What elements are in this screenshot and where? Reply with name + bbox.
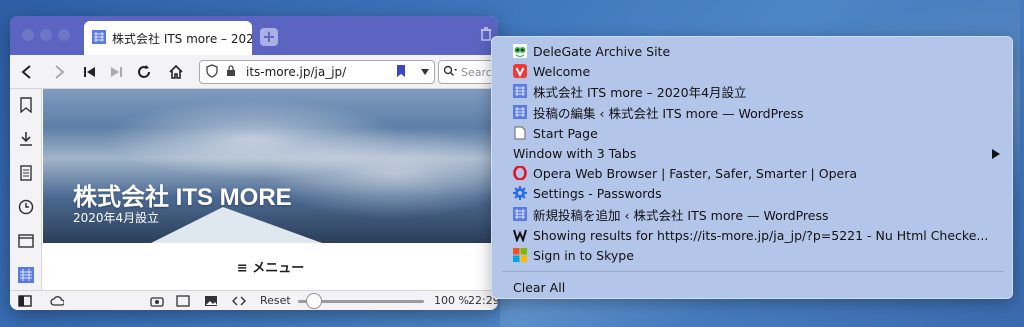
- menu-separator: [502, 271, 1004, 272]
- chevron-down-icon[interactable]: [420, 65, 430, 79]
- menu-item-settings-passwords[interactable]: Settings - Passwords: [513, 183, 993, 203]
- menu-item-its-more-home[interactable]: 株式会社 ITS more – 2020年4月設立: [513, 81, 993, 101]
- menu-item-label: 投稿の編集 ‹ 株式会社 ITS more — WordPress: [533, 105, 804, 121]
- search-field[interactable]: Search: [438, 60, 498, 84]
- opera-icon: [513, 166, 527, 180]
- downloads-panel-icon[interactable]: [16, 129, 36, 149]
- back-arrow-icon[interactable]: [16, 62, 36, 82]
- site-icon: [513, 105, 527, 119]
- window-close-button[interactable]: [22, 29, 34, 41]
- side-panel: [10, 89, 42, 290]
- tab-active[interactable]: 株式会社 ITS more – 2020年4月設立: [84, 21, 252, 55]
- hero-mountain: [143, 207, 333, 243]
- menu-item-delegate[interactable]: DeleGate Archive Site: [513, 41, 993, 61]
- submenu-arrow-icon: [992, 149, 1000, 159]
- page-actions-icon[interactable]: [232, 294, 246, 308]
- search-icon: [443, 65, 457, 80]
- menu-item-skype[interactable]: Sign in to Skype: [513, 245, 993, 265]
- lock-icon: [226, 64, 236, 80]
- menu-item-window-with-tabs[interactable]: Window with 3 Tabs: [513, 143, 993, 163]
- menu-item-label: Showing results for https://its-more.jp/…: [533, 227, 989, 243]
- menu-item-welcome[interactable]: Welcome: [513, 61, 993, 81]
- bookmark-icon[interactable]: [396, 64, 406, 81]
- fast-forward-icon[interactable]: [106, 62, 126, 82]
- forward-arrow-icon[interactable]: [50, 62, 70, 82]
- shield-icon[interactable]: [206, 63, 218, 81]
- menu-item-start-page[interactable]: Start Page: [513, 123, 993, 143]
- zoom-reset-button[interactable]: Reset: [260, 294, 291, 307]
- notes-panel-icon[interactable]: [16, 163, 36, 183]
- menu-item-label: Welcome: [533, 63, 591, 79]
- menu-item-edit-post[interactable]: 投稿の編集 ‹ 株式会社 ITS more — WordPress: [513, 102, 993, 122]
- gear-icon: [513, 186, 527, 200]
- zoom-slider-handle[interactable]: [306, 293, 322, 309]
- menu-item-label: DeleGate Archive Site: [533, 43, 671, 59]
- hero-subtitle: 2020年4月設立: [73, 211, 160, 225]
- hero-title: 株式会社 ITS MORE: [73, 184, 292, 211]
- menu-item-label: Clear All: [513, 279, 566, 295]
- menu-item-label: Window with 3 Tabs: [513, 145, 637, 161]
- site-menu-button[interactable]: ≡ メニュー: [43, 257, 498, 276]
- images-icon[interactable]: [204, 294, 218, 308]
- menu-item-label: 株式会社 ITS more – 2020年4月設立: [533, 84, 747, 100]
- sync-cloud-icon[interactable]: [50, 294, 64, 308]
- delegate-icon: [513, 44, 527, 58]
- zoom-level: 100 %: [434, 294, 469, 307]
- url-text: its-more.jp/ja_jp/: [246, 65, 347, 79]
- page-icon: [513, 126, 527, 140]
- menu-item-label: 新規投稿を追加 ‹ 株式会社 ITS more — WordPress: [533, 207, 829, 223]
- web-panel-site-icon[interactable]: [16, 265, 36, 285]
- page-content: 株式会社 ITS MORE 2020年4月設立 ≡ メニュー: [43, 89, 498, 290]
- menu-item-label: Opera Web Browser | Faster, Safer, Smart…: [533, 165, 857, 181]
- rewind-icon[interactable]: [80, 62, 100, 82]
- checker-icon: [513, 228, 527, 242]
- menu-item-opera[interactable]: Opera Web Browser | Faster, Safer, Smart…: [513, 163, 993, 183]
- address-bar: its-more.jp/ja_jp/ Search: [10, 55, 498, 89]
- tile-tabs-icon[interactable]: [176, 294, 190, 308]
- tab-title: 株式会社 ITS more – 2020年4月設立: [112, 31, 252, 46]
- hero-banner: 株式会社 ITS MORE 2020年4月設立: [43, 89, 498, 243]
- browser-window: 株式会社 ITS more – 2020年4月設立 +: [10, 16, 498, 310]
- site-icon: [513, 207, 527, 221]
- hero-cloud: [263, 129, 498, 219]
- menu-item-clear-all[interactable]: Clear All: [513, 277, 993, 297]
- vivaldi-icon: [513, 64, 527, 78]
- menu-item-html-checker[interactable]: Showing results for https://its-more.jp/…: [513, 225, 993, 245]
- new-tab-button[interactable]: +: [260, 28, 278, 46]
- window-zoom-button[interactable]: [58, 29, 70, 41]
- window-panel-icon[interactable]: [16, 231, 36, 251]
- menu-item-label: Settings - Passwords: [533, 185, 662, 201]
- capture-icon[interactable]: [150, 294, 164, 308]
- site-favicon-icon: [92, 29, 106, 47]
- panel-toggle-icon[interactable]: [18, 294, 32, 308]
- closed-tabs-menu: DeleGate Archive Site Welcome 株式会社 ITS m…: [491, 36, 1013, 299]
- reload-icon[interactable]: [134, 62, 154, 82]
- tab-bar: 株式会社 ITS more – 2020年4月設立 +: [10, 16, 498, 55]
- status-bar: Reset 100 % 22:29: [10, 290, 498, 310]
- bookmarks-panel-icon[interactable]: [16, 95, 36, 115]
- window-minimize-button[interactable]: [40, 29, 52, 41]
- home-icon[interactable]: [166, 62, 186, 82]
- menu-item-new-post[interactable]: 新規投稿を追加 ‹ 株式会社 ITS more — WordPress: [513, 204, 993, 224]
- history-panel-icon[interactable]: [16, 197, 36, 217]
- url-field[interactable]: its-more.jp/ja_jp/: [199, 60, 435, 84]
- menu-item-label: Sign in to Skype: [533, 247, 634, 263]
- site-icon: [513, 84, 527, 98]
- menu-item-label: Start Page: [533, 125, 598, 141]
- microsoft-icon: [513, 248, 527, 262]
